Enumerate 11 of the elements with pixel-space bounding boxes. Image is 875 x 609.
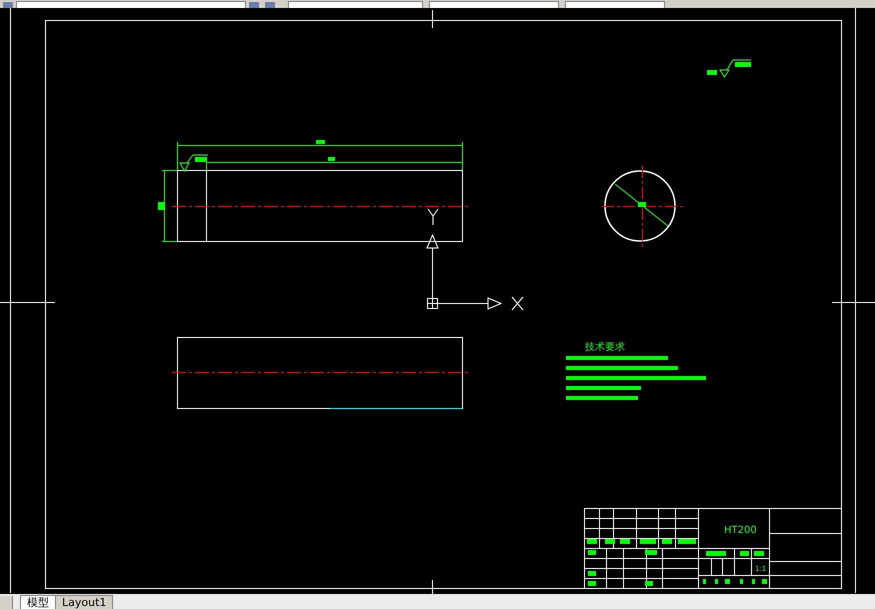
- linetype-dropdown[interactable]: [429, 1, 559, 8]
- surface-roughness-symbol: [707, 60, 752, 78]
- color-dropdown[interactable]: [288, 1, 423, 8]
- notes-title: 技术要求: [585, 342, 625, 353]
- material-label: HT200: [724, 525, 757, 536]
- layer-dropdown[interactable]: [16, 1, 246, 8]
- tab-scroll-button[interactable]: [0, 596, 13, 609]
- layout-tab[interactable]: Layout1: [55, 595, 114, 609]
- layout-tab[interactable]: 模型: [20, 595, 56, 609]
- ucs-axis-icon: [426, 208, 524, 310]
- lineweight-dropdown[interactable]: [565, 1, 665, 8]
